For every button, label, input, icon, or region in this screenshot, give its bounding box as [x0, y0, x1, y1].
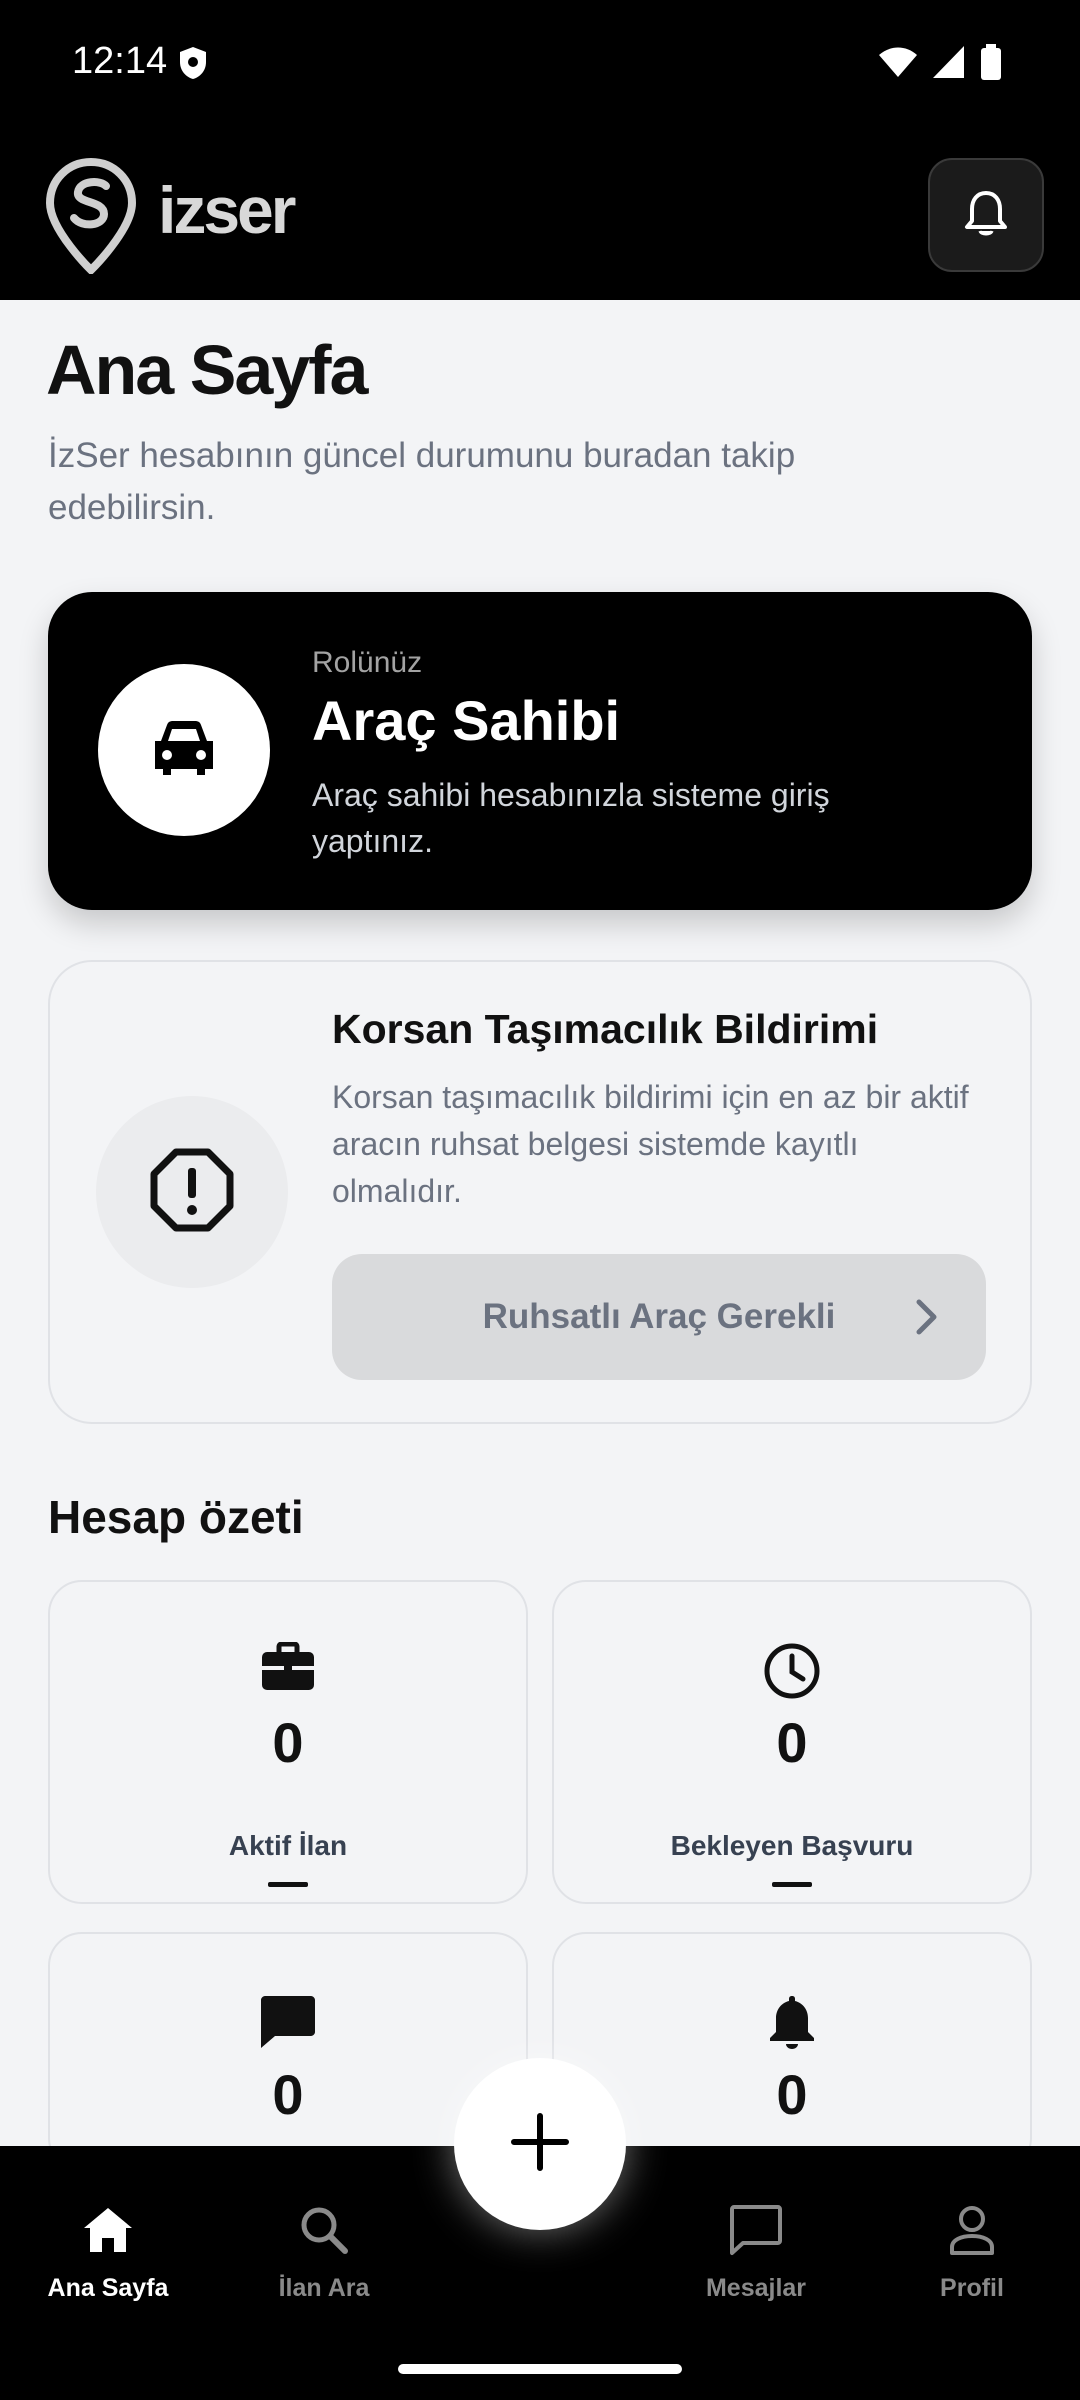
nav-label: İlan Ara [278, 2274, 370, 2302]
nav-label: Mesajlar [705, 2274, 807, 2302]
search-icon [234, 2200, 414, 2260]
shield-icon [178, 46, 208, 85]
add-listing-fab[interactable] [454, 2058, 626, 2230]
role-avatar [98, 664, 270, 836]
report-description: Korsan taşımacılık bildirimi için en az … [332, 1079, 969, 1209]
role-description: Araç sahibi hesabınızla sisteme giriş ya… [312, 777, 830, 859]
stat-indicator [268, 1882, 308, 1887]
status-bar: 12:14 [0, 0, 1080, 130]
wifi-icon [878, 45, 918, 84]
home-indicator[interactable] [398, 2364, 682, 2374]
home-icon [18, 2200, 198, 2260]
chevron-right-icon [914, 1298, 940, 1341]
stat-card-pending-applications[interactable]: 0 Bekleyen Başvuru [552, 1580, 1032, 1904]
bell-icon [767, 1994, 817, 2055]
nav-label: Profil [940, 2274, 1004, 2302]
role-card: Rolünüz Araç Sahibi Araç sahibi hesabını… [48, 592, 1032, 910]
signal-icon [932, 45, 966, 84]
logo-text: izser [158, 173, 296, 247]
licensed-vehicle-required-button[interactable]: Ruhsatlı Araç Gerekli [332, 1254, 986, 1380]
message-icon [666, 2200, 846, 2260]
clock-icon [763, 1642, 821, 1705]
car-icon [149, 717, 219, 784]
account-summary-title: Hesap özeti [48, 1491, 304, 1543]
stat-value: 0 [272, 1711, 304, 1774]
nav-home[interactable]: Ana Sayfa [18, 2200, 198, 2303]
status-time: 12:14 [72, 40, 168, 82]
report-button-label: Ruhsatlı Araç Gerekli [482, 1297, 836, 1336]
warning-octagon-icon [150, 1148, 234, 1237]
stat-label: Bekleyen Başvuru [670, 1830, 914, 1861]
user-icon [882, 2200, 1062, 2260]
nav-label: Ana Sayfa [47, 2274, 169, 2302]
page-subtitle: İzSer hesabının güncel durumunu buradan … [48, 436, 796, 527]
nav-messages[interactable]: Mesajlar [666, 2200, 846, 2303]
stat-indicator [772, 1882, 812, 1887]
report-icon-circle [96, 1096, 288, 1288]
stat-value: 0 [776, 2063, 808, 2126]
app-header: izser [0, 130, 1080, 300]
report-title: Korsan Taşımacılık Bildirimi [332, 1006, 879, 1052]
pirate-transport-report-card: Korsan Taşımacılık Bildirimi Korsan taşı… [48, 960, 1032, 1424]
stat-card-active-listings[interactable]: 0 Aktif İlan [48, 1580, 528, 1904]
plus-icon [510, 2112, 570, 2177]
logo-pin-icon [45, 157, 137, 279]
bell-icon [964, 189, 1008, 242]
stat-value: 0 [776, 1711, 808, 1774]
page-title: Ana Sayfa [46, 331, 368, 409]
briefcase-icon [260, 1641, 316, 1697]
notifications-button[interactable] [928, 158, 1044, 272]
stat-value: 0 [272, 2063, 304, 2126]
stat-label: Aktif İlan [228, 1830, 348, 1861]
nav-search-listings[interactable]: İlan Ara [234, 2200, 414, 2303]
role-caption: Rolünüz [312, 646, 423, 679]
chat-icon [259, 1994, 317, 2055]
nav-profile[interactable]: Profil [882, 2200, 1062, 2303]
battery-icon [980, 44, 1002, 85]
role-title: Araç Sahibi [312, 689, 621, 752]
